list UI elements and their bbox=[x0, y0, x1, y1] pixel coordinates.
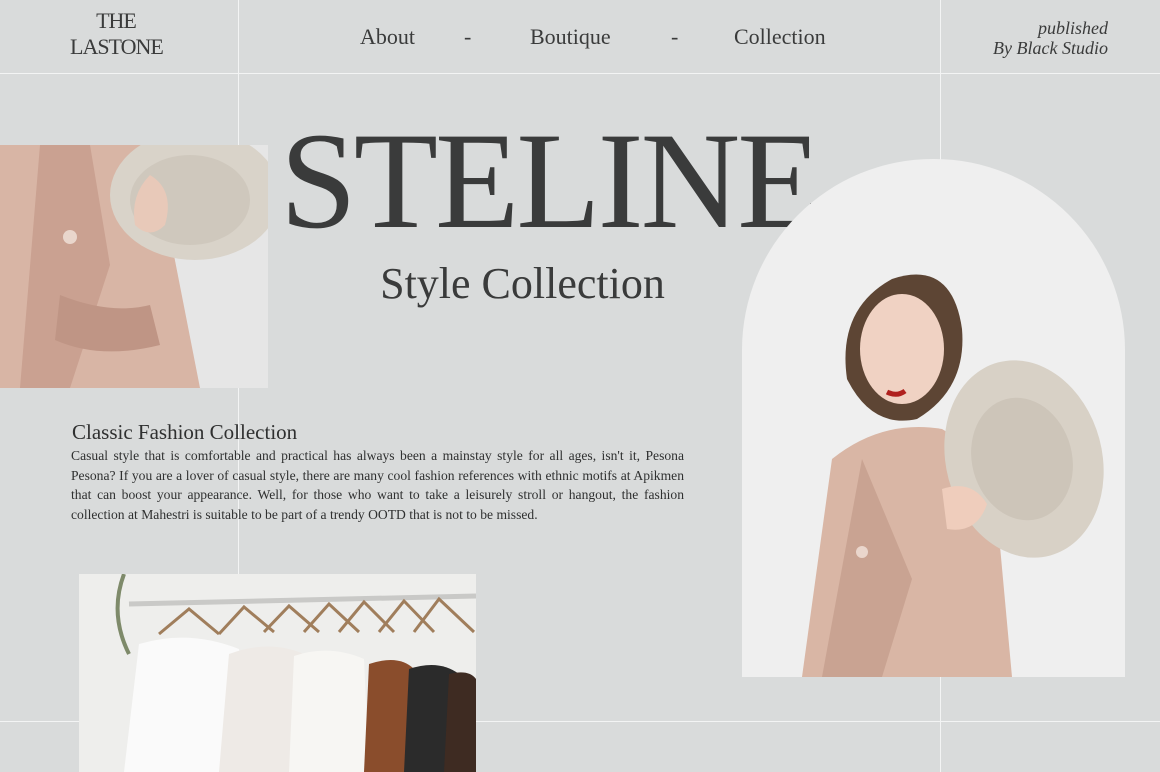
photo-model-with-hat bbox=[742, 159, 1125, 677]
nav-separator: - bbox=[464, 24, 472, 49]
photo-clothes-rack bbox=[79, 574, 476, 772]
publisher-credit: published By Black Studio bbox=[993, 18, 1108, 58]
published-label: published bbox=[1038, 18, 1108, 38]
photo-coat-hat-closeup bbox=[0, 145, 268, 388]
logo-line-1: THE bbox=[96, 8, 137, 33]
logo-line-2: LASTONE bbox=[70, 34, 164, 59]
hero-subtitle: Style Collection bbox=[380, 259, 665, 308]
nav-collection[interactable]: Collection bbox=[734, 24, 826, 50]
publisher-name: By Black Studio bbox=[993, 38, 1108, 58]
nav-boutique[interactable]: Boutique bbox=[530, 24, 611, 50]
brand-logo[interactable]: THE LASTONE bbox=[70, 8, 164, 59]
nav-about[interactable]: About bbox=[360, 24, 415, 50]
hero-title: STELINE bbox=[280, 104, 822, 257]
nav-separator: - bbox=[671, 24, 679, 49]
grid-line-horizontal-top bbox=[0, 73, 1160, 74]
section-body: Casual style that is comfortable and pra… bbox=[71, 448, 684, 522]
section-heading: Classic Fashion Collection bbox=[72, 420, 298, 444]
